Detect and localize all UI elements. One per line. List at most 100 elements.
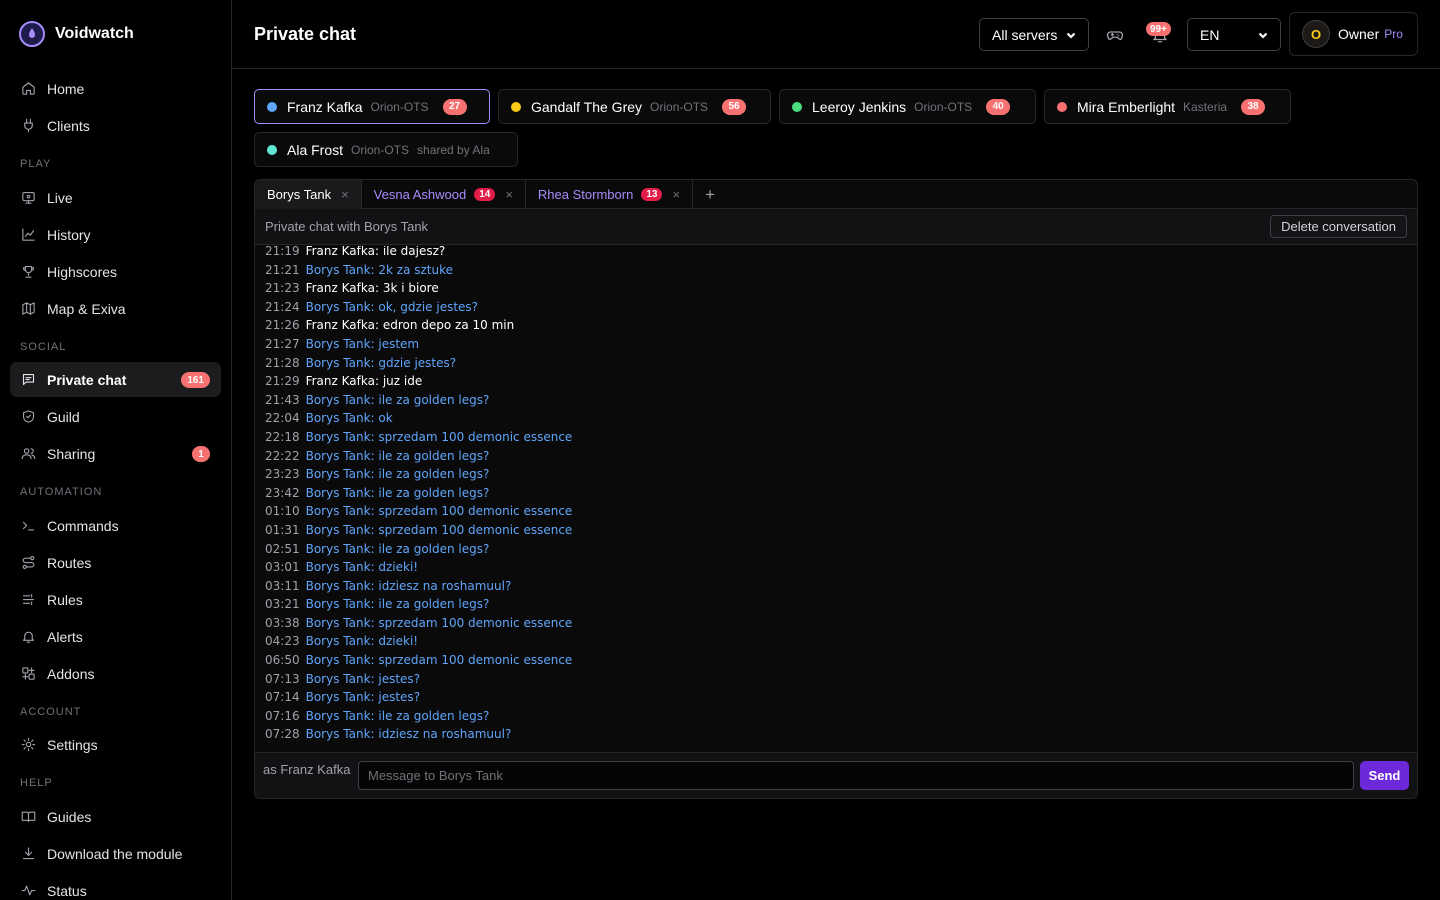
delete-conversation-button[interactable]: Delete conversation — [1270, 215, 1407, 238]
character-pill-mira[interactable]: Mira Emberlight Kasteria 38 — [1044, 89, 1291, 124]
message-time: 22:04 — [265, 411, 300, 426]
sidebar-item-label: Commands — [47, 517, 119, 534]
sidebar-item-private-chat[interactable]: Private chat 161 — [10, 362, 221, 397]
status-dot — [267, 101, 277, 112]
sidebar-item-label: Addons — [47, 665, 95, 682]
sidebar-item-download[interactable]: Download the module — [10, 836, 221, 871]
message-text: Franz Kafka: 3k i biore — [305, 281, 439, 296]
sidebar-item-label: Live — [47, 189, 73, 206]
sidebar-item-status[interactable]: Status — [10, 873, 221, 900]
private-chat-badge: 161 — [181, 372, 210, 388]
message-time: 21:24 — [265, 299, 300, 314]
message-row: 03:11 Borys Tank: idziesz na roshamuul? — [265, 577, 572, 596]
message-log[interactable]: 21:19 Franz Kafka: ile dajesz? 21:21 Borys … — [255, 246, 1417, 752]
sidebar-item-routes[interactable]: Routes — [10, 545, 221, 580]
character-server: Orion-OTS — [650, 99, 709, 114]
character-name: Leeroy Jenkins — [812, 98, 907, 115]
message-square-icon — [20, 372, 36, 388]
message-text: Borys Tank: sprzedam 100 demonic essence — [305, 522, 573, 537]
message-time: 23:23 — [265, 467, 300, 482]
unread-badge: 40 — [986, 98, 1011, 115]
chevron-down-icon — [1066, 32, 1076, 39]
gear-icon — [20, 737, 36, 753]
chevron-down-icon — [1258, 32, 1268, 39]
server-select[interactable]: All servers — [979, 18, 1089, 51]
trophy-icon — [20, 264, 36, 280]
send-button[interactable]: Send — [1360, 761, 1409, 790]
monitor-icon — [20, 190, 36, 206]
message-row: 07:28 Borys Tank: idziesz na roshamuul? — [265, 725, 572, 744]
section-label-account: ACCOUNT — [20, 706, 82, 718]
close-icon[interactable]: × — [341, 187, 349, 202]
message-row: 23:23 Borys Tank: ile za golden legs? — [265, 465, 572, 484]
character-server: Orion-OTS — [370, 99, 429, 114]
sidebar-item-guides[interactable]: Guides — [10, 799, 221, 834]
sharing-badge: 1 — [192, 446, 210, 462]
message-text: Borys Tank: sprzedam 100 demonic essence — [305, 653, 573, 668]
message-row: 01:31 Borys Tank: sprzedam 100 demonic es… — [265, 521, 572, 540]
tab-rhea-stormborn[interactable]: Rhea Stormborn 13 × — [526, 180, 694, 209]
notification-badge: 99+ — [1146, 22, 1171, 36]
route-icon — [20, 555, 36, 571]
sidebar-item-sharing[interactable]: Sharing 1 — [10, 436, 221, 471]
sidebar-item-settings[interactable]: Settings — [10, 727, 221, 762]
message-time: 03:38 — [265, 615, 300, 630]
message-row: 21:29 Franz Kafka: juz ide — [265, 372, 572, 391]
sidebar-item-alerts[interactable]: Alerts — [10, 619, 221, 654]
sidebar-item-label: Download the module — [47, 845, 183, 862]
character-pill-leeroy[interactable]: Leeroy Jenkins Orion-OTS 40 — [779, 89, 1036, 124]
add-tab-button[interactable]: + — [693, 180, 727, 209]
tab-borys-tank[interactable]: Borys Tank × — [255, 180, 362, 209]
message-input[interactable] — [358, 761, 1354, 790]
sidebar-item-rules[interactable]: Rules — [10, 582, 221, 617]
sidebar-item-label: Private chat — [47, 371, 127, 388]
plug-icon — [20, 118, 36, 134]
message-time: 22:18 — [265, 429, 300, 444]
character-pill-franz-kafka[interactable]: Franz Kafka Orion-OTS 27 — [254, 89, 490, 124]
user-menu[interactable]: O Owner Pro — [1289, 12, 1418, 56]
sidebar-item-guild[interactable]: Guild — [10, 399, 221, 434]
sidebar-item-addons[interactable]: Addons — [10, 656, 221, 691]
character-name: Gandalf The Grey — [531, 98, 643, 115]
sidebar-item-commands[interactable]: Commands — [10, 508, 221, 543]
gamepad-button[interactable] — [1104, 24, 1126, 46]
plan-badge: Pro — [1384, 27, 1403, 41]
message-text: Borys Tank: idziesz na roshamuul? — [305, 727, 512, 742]
sidebar-item-map[interactable]: Map & Exiva — [10, 291, 221, 326]
status-dot — [1057, 101, 1067, 112]
message-time: 07:28 — [265, 727, 300, 742]
character-pill-gandalf[interactable]: Gandalf The Grey Orion-OTS 56 — [498, 89, 771, 124]
sidebar-item-label: Home — [47, 80, 85, 97]
message-text: Borys Tank: sprzedam 100 demonic essence — [305, 429, 573, 444]
sidebar-item-clients[interactable]: Clients — [10, 108, 221, 143]
sidebar-item-live[interactable]: Live — [10, 180, 221, 215]
message-text: Franz Kafka: juz ide — [305, 374, 423, 389]
tab-vesna-ashwood[interactable]: Vesna Ashwood 14 × — [362, 180, 526, 209]
message-text: Borys Tank: jestem — [305, 336, 420, 351]
message-text: Franz Kafka: ile dajesz? — [305, 246, 446, 258]
map-icon — [20, 301, 36, 317]
tab-label: Borys Tank — [267, 187, 332, 202]
close-icon[interactable]: × — [672, 187, 680, 202]
brand[interactable]: Voidwatch — [19, 21, 134, 47]
language-select[interactable]: EN — [1187, 18, 1281, 51]
message-time: 07:14 — [265, 690, 300, 705]
message-row: 07:14 Borys Tank: jestes? — [265, 688, 572, 707]
message-row: 03:38 Borys Tank: sprzedam 100 demonic es… — [265, 614, 572, 633]
close-icon[interactable]: × — [505, 187, 513, 202]
message-text: Borys Tank: ile za golden legs? — [305, 467, 490, 482]
sidebar-item-history[interactable]: History — [10, 217, 221, 252]
message-text: Borys Tank: sprzedam 100 demonic essence — [305, 504, 573, 519]
message-list: 21:19 Franz Kafka: ile dajesz? 21:21 Borys … — [265, 246, 572, 744]
character-pill-ala-frost[interactable]: Ala Frost Orion-OTS shared by Ala — [254, 132, 518, 167]
sidebar-item-label: Clients — [47, 117, 90, 134]
message-text: Borys Tank: ile za golden legs? — [305, 541, 490, 556]
message-row: 21:23 Franz Kafka: 3k i biore — [265, 279, 572, 298]
message-time: 21:21 — [265, 262, 300, 277]
unread-badge: 38 — [1241, 98, 1266, 115]
message-time: 03:11 — [265, 578, 300, 593]
message-row: 06:50 Borys Tank: sprzedam 100 demonic es… — [265, 651, 572, 670]
sidebar-item-highscores[interactable]: Highscores — [10, 254, 221, 289]
sidebar-item-home[interactable]: Home — [10, 71, 221, 106]
message-row: 22:22 Borys Tank: ile za golden legs? — [265, 447, 572, 466]
